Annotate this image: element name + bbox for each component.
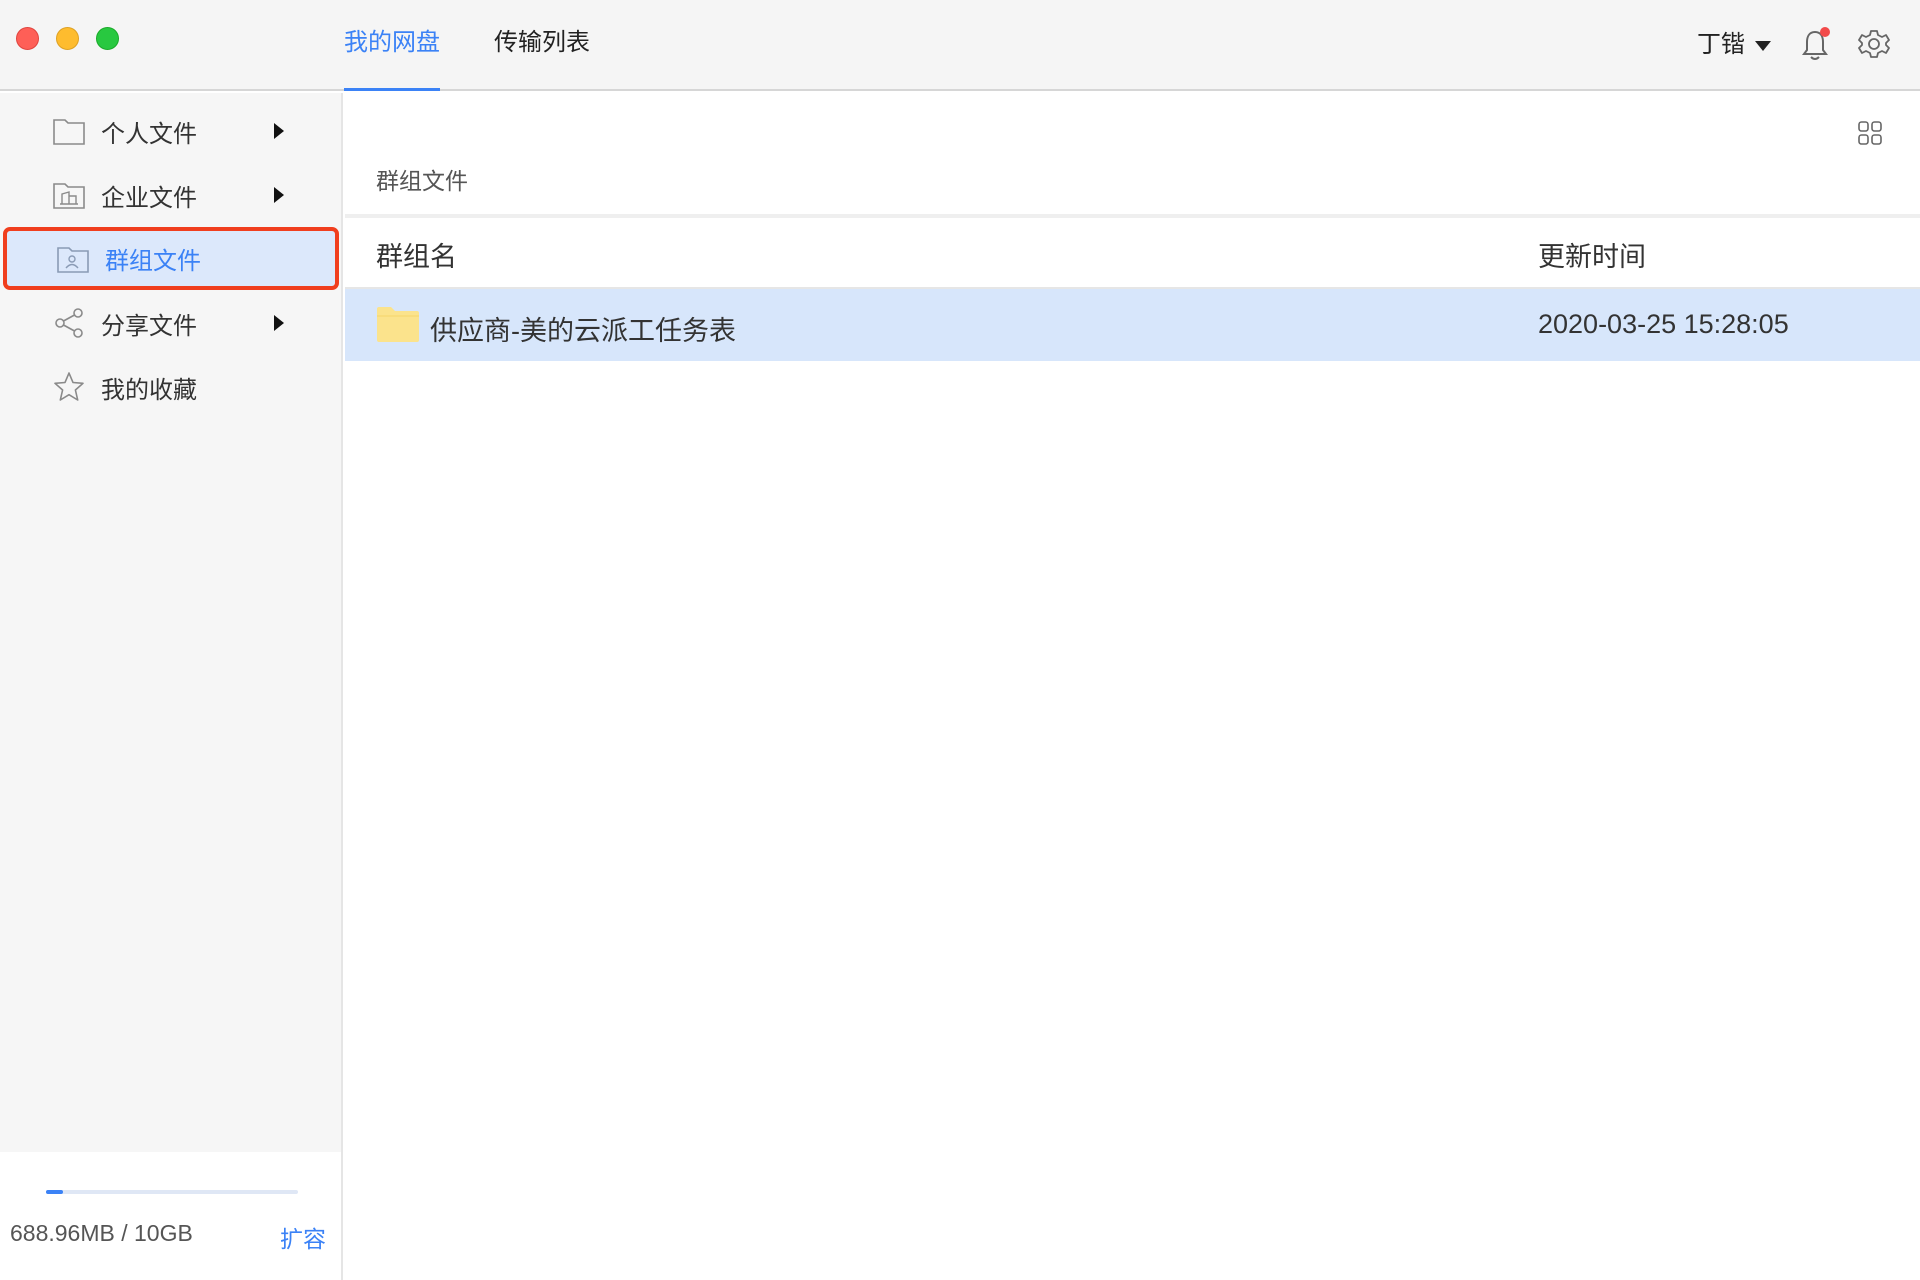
sidebar-item-enterprise-files[interactable]: 企业文件 [0,164,343,226]
sidebar-item-group-files[interactable]: 群组文件 [3,227,339,290]
row-name[interactable]: 供应商-美的云派工任务表 [430,309,736,348]
sidebar-item-favorites[interactable]: 我的收藏 [0,356,343,418]
enterprise-folder-icon [53,183,85,209]
expand-storage-link[interactable]: 扩容 [280,1220,326,1254]
share-icon [55,308,83,338]
notification-dot [1820,27,1830,37]
chevron-right-icon[interactable] [274,123,284,139]
active-tab-indicator [344,88,440,91]
grid-view-icon[interactable] [1857,120,1883,146]
user-name: 丁锴 [1697,31,1745,58]
tab-my-disk-label: 我的网盘 [344,29,440,56]
sidebar-item-shared-files[interactable]: 分享文件 [0,292,343,354]
window-minimize-button[interactable] [56,27,79,50]
storage-progress-fill [46,1190,63,1194]
breadcrumb[interactable]: 群组文件 [376,162,468,196]
row-updated-time: 2020-03-25 15:28:05 [1538,309,1789,339]
sidebar-item-personal-files[interactable]: 个人文件 [0,100,343,162]
storage-usage-text: 688.96MB / 10GB [10,1220,193,1246]
tab-transfer-list-label: 传输列表 [494,29,590,56]
chevron-right-icon[interactable] [274,187,284,203]
storage-panel [0,1152,341,1280]
sidebar-item-label: 分享文件 [101,312,197,340]
tab-my-disk[interactable]: 我的网盘 [344,26,440,91]
title-bar: 我的网盘 传输列表 丁锴 [0,0,1920,91]
tab-transfer-list[interactable]: 传输列表 [494,26,590,91]
column-header-group-name[interactable]: 群组名 [376,235,457,274]
window-close-button[interactable] [16,27,39,50]
gear-icon[interactable] [1858,28,1890,60]
user-menu[interactable]: 丁锴 [1697,28,1771,62]
sidebar-item-label: 个人文件 [101,120,197,148]
sidebar-item-label: 群组文件 [105,248,201,275]
main-content [345,93,1920,1280]
star-icon [54,372,84,401]
column-header-updated-time[interactable]: 更新时间 [1538,235,1646,274]
chevron-right-icon[interactable] [274,315,284,331]
group-folder-icon [57,246,89,273]
sidebar-item-label: 我的收藏 [101,376,197,404]
caret-down-icon [1755,41,1771,51]
folder-icon [53,119,85,145]
folder-icon [377,307,419,342]
sidebar-item-label: 企业文件 [101,184,197,212]
divider [345,214,1920,218]
storage-progress-bar [46,1190,298,1194]
window-maximize-button[interactable] [96,27,119,50]
